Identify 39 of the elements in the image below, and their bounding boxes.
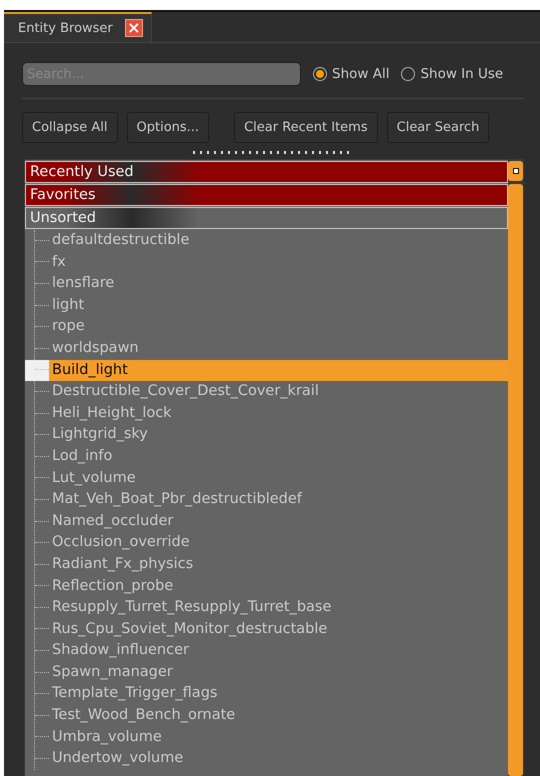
tree-item[interactable]: Destructible_Cover_Dest_Cover_krail: [49, 381, 319, 403]
tree-item[interactable]: Shadow_influencer: [49, 640, 189, 662]
tree-item[interactable]: Test_Wood_Bench_ornate: [49, 705, 236, 727]
tree-item[interactable]: Reflection_probe: [49, 576, 174, 598]
category-header[interactable]: Recently Used: [25, 161, 508, 183]
tree-item[interactable]: Radiant_Fx_physics: [49, 554, 194, 576]
tree-item[interactable]: fx: [49, 252, 66, 274]
toolbar-button[interactable]: Options...: [126, 112, 210, 143]
tree-item[interactable]: Mat_Veh_Boat_Pbr_destructibledef: [49, 489, 302, 511]
tree-item[interactable]: worldspawn: [49, 338, 139, 360]
tree-item[interactable]: Lod_info: [49, 446, 112, 468]
tree-item[interactable]: Umbra_volume: [49, 726, 162, 748]
toolbar-button[interactable]: Collapse All: [22, 112, 118, 143]
tree-item[interactable]: Occlusion_override: [49, 532, 190, 554]
scrollbar-thumb[interactable]: [508, 184, 523, 776]
tree-item[interactable]: Rus_Cpu_Soviet_Monitor_destructable: [49, 618, 328, 640]
toolbar-button[interactable]: Clear Recent Items: [234, 112, 378, 143]
tree-item[interactable]: rope: [49, 316, 85, 338]
tree-item[interactable]: Lightgrid_sky: [49, 424, 148, 446]
tree-item[interactable]: Heli_Height_lock: [49, 402, 172, 424]
tree-item[interactable]: lensflare: [49, 273, 114, 295]
tree-item[interactable]: Lut_volume: [49, 468, 136, 490]
tree-item[interactable]: Template_Trigger_flags: [49, 683, 218, 706]
category-header[interactable]: Favorites: [25, 184, 508, 206]
filter-radio[interactable]: Show All: [313, 66, 390, 82]
close-button[interactable]: ×: [124, 19, 143, 37]
tree-item[interactable]: Named_occluder: [49, 510, 174, 532]
tree-item[interactable]: Resupply_Turret_Resupply_Turret_base: [49, 597, 332, 619]
category-header[interactable]: Unsorted: [25, 207, 508, 229]
tree-item[interactable]: defaultdestructible: [49, 230, 190, 252]
tree-item[interactable]: Undertow_volume: [49, 748, 184, 770]
filter-radio[interactable]: Show In Use: [401, 66, 504, 82]
tree-item[interactable]: light: [49, 294, 84, 316]
scroll-up-button[interactable]: [508, 161, 523, 181]
tree-item[interactable]: Spawn_manager: [49, 662, 173, 684]
tab-title: Entity Browser: [18, 20, 113, 36]
tree-item[interactable]: Build_light: [49, 360, 508, 382]
panel-tab[interactable]: Entity Browser ×: [4, 12, 152, 42]
toolbar-button[interactable]: Clear Search: [386, 112, 490, 143]
